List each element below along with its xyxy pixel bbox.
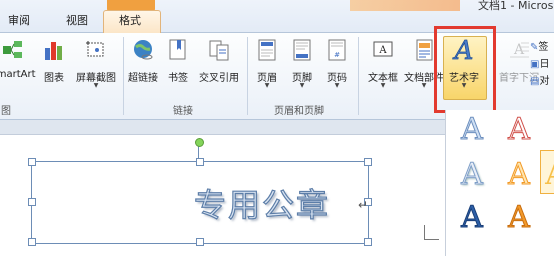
resize-handle-left[interactable] xyxy=(28,198,36,206)
textbox-button[interactable]: A 文本框 ▼ xyxy=(363,33,403,99)
page-number-button[interactable]: # 页码 ▼ xyxy=(321,33,353,99)
tab-format[interactable]: 格式 xyxy=(119,12,141,28)
resize-handle-top[interactable] xyxy=(196,158,204,166)
cross-reference-button[interactable]: 交叉引用 xyxy=(195,33,243,99)
footer-dropdown-arrow[interactable]: ▼ xyxy=(286,82,318,89)
bookmark-label: 书签 xyxy=(168,73,188,84)
screenshot-dropdown-arrow[interactable]: ▼ xyxy=(72,82,120,89)
ribbon-separator xyxy=(358,37,359,115)
resize-handle-bottom[interactable] xyxy=(196,238,204,246)
quick-parts-icon xyxy=(416,39,433,61)
paragraph-mark-icon: ↵ xyxy=(358,198,369,212)
resize-handle-top-left[interactable] xyxy=(28,158,36,166)
smartart-label: SmartArt xyxy=(0,69,36,80)
ribbon-separator xyxy=(123,37,124,115)
hyperlink-icon xyxy=(134,40,153,60)
group-label-illustrations: 图 xyxy=(1,106,11,117)
resize-handle-bottom-left[interactable] xyxy=(28,238,36,246)
cross-reference-icon xyxy=(209,40,229,61)
footer-icon xyxy=(293,39,311,61)
hyperlink-button[interactable]: 超链接 xyxy=(125,33,161,99)
horizontal-ruler[interactable] xyxy=(0,120,445,135)
wordart-style-solid-orange[interactable]: A xyxy=(503,198,535,238)
header-icon xyxy=(258,39,276,61)
textbox-dropdown-arrow[interactable]: ▼ xyxy=(363,82,403,89)
drop-cap-icon: A xyxy=(510,42,529,58)
wordart-style-gradient-blue[interactable]: A xyxy=(456,155,488,195)
wordart-highlight-frame xyxy=(434,26,496,113)
wordart-style-fill-blue-outline[interactable]: A xyxy=(456,110,488,150)
wordart-style-solid-blue[interactable]: A xyxy=(456,198,488,238)
side-item-signature[interactable]: ✎签 xyxy=(530,38,548,53)
ribbon-separator xyxy=(247,37,248,115)
chart-icon xyxy=(45,42,62,60)
window-title: 文档1 - Micros xyxy=(478,0,554,12)
cross-reference-label: 交叉引用 xyxy=(199,73,239,84)
wordart-text[interactable]: 专用公章 xyxy=(193,180,330,226)
wordart-style-outline-red[interactable]: A xyxy=(503,110,535,150)
side-item-label: 日 xyxy=(539,59,550,70)
tab-review[interactable]: 审阅 xyxy=(8,12,30,28)
smartart-button[interactable]: SmartArt xyxy=(0,33,38,99)
tab-view[interactable]: 视图 xyxy=(66,12,88,28)
page-number-dropdown-arrow[interactable]: ▼ xyxy=(321,82,353,89)
screenshot-button[interactable]: 屏幕截图 ▼ xyxy=(72,33,120,99)
header-button[interactable]: 页眉 ▼ xyxy=(251,33,283,99)
page-number-icon: # xyxy=(328,39,346,61)
side-item-object[interactable]: ▤对 xyxy=(530,72,549,87)
group-label-links: 链接 xyxy=(173,106,193,117)
resize-handle-bottom-right[interactable] xyxy=(364,238,372,246)
side-item-date[interactable]: ▣日 xyxy=(530,55,549,70)
group-label-header-footer: 页眉和页脚 xyxy=(274,106,324,117)
title-bar-highlight xyxy=(350,0,460,11)
textbox-icon: A xyxy=(373,41,393,57)
rotation-handle[interactable] xyxy=(195,138,204,147)
side-item-label: 签 xyxy=(538,42,549,53)
resize-handle-top-right[interactable] xyxy=(364,158,372,166)
hyperlink-label: 超链接 xyxy=(128,73,158,84)
footer-button[interactable]: 页脚 ▼ xyxy=(286,33,318,99)
chart-button[interactable]: 图表 xyxy=(39,33,69,99)
bookmark-button[interactable]: 书签 xyxy=(163,33,193,99)
svg-text:A: A xyxy=(378,45,387,56)
chart-label: 图表 xyxy=(44,73,64,84)
svg-text:A: A xyxy=(513,42,525,58)
bookmark-icon xyxy=(169,39,186,60)
wordart-style-gold[interactable]: A xyxy=(540,155,554,195)
smartart-icon xyxy=(3,41,22,58)
side-item-label: 对 xyxy=(539,76,550,87)
svg-text:#: # xyxy=(334,51,340,59)
page-corner-mark xyxy=(424,225,439,240)
screenshot-icon xyxy=(86,41,104,57)
header-dropdown-arrow[interactable]: ▼ xyxy=(251,82,283,89)
wordart-style-orange-outline[interactable]: A xyxy=(503,155,535,195)
